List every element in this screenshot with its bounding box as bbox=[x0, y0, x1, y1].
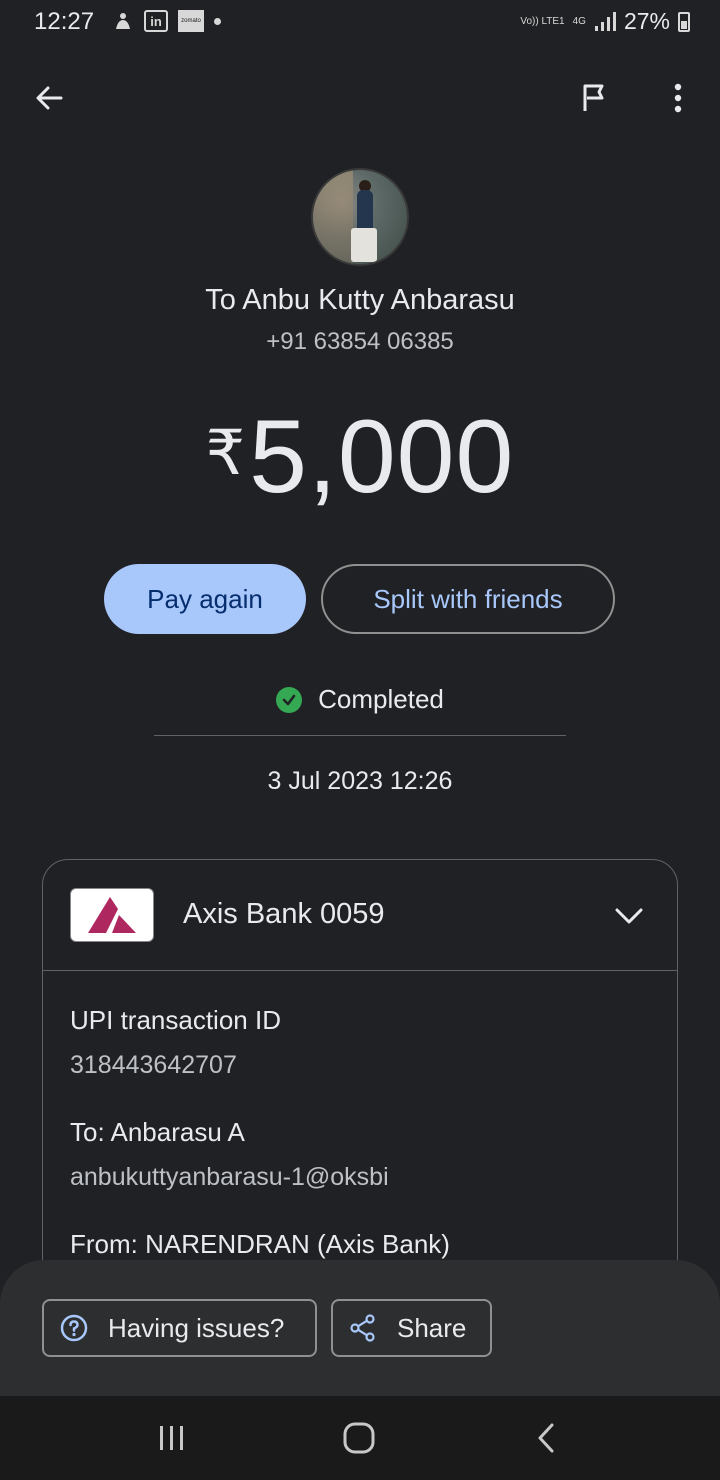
transaction-date: 3 Jul 2023 12:26 bbox=[267, 767, 453, 795]
help-icon bbox=[60, 1314, 88, 1342]
having-issues-button[interactable]: Having issues? bbox=[42, 1299, 317, 1357]
amount-value: 5,000 bbox=[249, 399, 515, 515]
to-upi-id: anbukuttyanbarasu-1@oksbi bbox=[70, 1163, 389, 1191]
notification-icons: in zomato bbox=[112, 10, 221, 32]
share-label: Share bbox=[397, 1312, 467, 1343]
recipient-name: To Anbu Kutty Anbarasu bbox=[205, 284, 515, 316]
having-issues-label: Having issues? bbox=[108, 1312, 285, 1343]
bank-name: Axis Bank 0059 bbox=[183, 898, 385, 930]
notification-app-icon bbox=[112, 10, 134, 32]
split-with-friends-button[interactable]: Split with friends bbox=[321, 564, 615, 634]
system-nav-bar bbox=[0, 1396, 720, 1480]
to-account-label: To: Anbarasu A bbox=[70, 1117, 245, 1147]
zomato-icon: zomato bbox=[178, 10, 204, 32]
transaction-status: Completed bbox=[0, 684, 720, 715]
bank-account-header[interactable]: Axis Bank 0059 bbox=[43, 860, 677, 971]
recent-apps-icon[interactable] bbox=[142, 1416, 202, 1460]
share-icon bbox=[349, 1314, 377, 1342]
currency-symbol: ₹ bbox=[205, 419, 246, 488]
linkedin-icon: in bbox=[144, 10, 168, 32]
check-circle-icon bbox=[276, 686, 303, 713]
battery-icon bbox=[678, 11, 690, 32]
status-text: Completed bbox=[318, 684, 444, 714]
chevron-down-icon[interactable] bbox=[609, 898, 649, 934]
divider bbox=[154, 735, 566, 736]
recipient-phone: +91 63854 06385 bbox=[266, 328, 454, 355]
more-vert-icon[interactable] bbox=[658, 78, 698, 118]
network-type-icon: 4G bbox=[572, 15, 586, 27]
from-account-label: From: NARENDRAN (Axis Bank) bbox=[70, 1229, 450, 1259]
status-bar: 12:27 in zomato Vo)) LTE1 4G 27% bbox=[0, 0, 720, 44]
more-notifications-icon bbox=[214, 17, 221, 25]
pay-again-button[interactable]: Pay again bbox=[104, 564, 306, 634]
bottom-action-sheet: Having issues? Share bbox=[0, 1260, 720, 1396]
share-button[interactable]: Share bbox=[331, 1299, 492, 1357]
volte-icon: Vo)) LTE1 bbox=[520, 15, 565, 27]
nav-back-icon[interactable] bbox=[516, 1416, 576, 1460]
flag-icon[interactable] bbox=[574, 78, 614, 118]
avatar bbox=[311, 168, 409, 266]
status-time: 12:27 bbox=[34, 8, 95, 35]
arrow-back-icon[interactable] bbox=[29, 78, 69, 118]
system-status-icons: Vo)) LTE1 4G 27% bbox=[520, 8, 690, 35]
signal-icon bbox=[594, 11, 616, 31]
home-icon[interactable] bbox=[329, 1416, 389, 1460]
axis-bank-logo-icon bbox=[70, 888, 154, 942]
upi-transaction-id: 318443642707 bbox=[70, 1051, 237, 1079]
battery-percentage: 27% bbox=[623, 8, 670, 34]
payment-amount: ₹ 5,000 bbox=[0, 398, 720, 517]
upi-transaction-label: UPI transaction ID bbox=[70, 1005, 281, 1035]
